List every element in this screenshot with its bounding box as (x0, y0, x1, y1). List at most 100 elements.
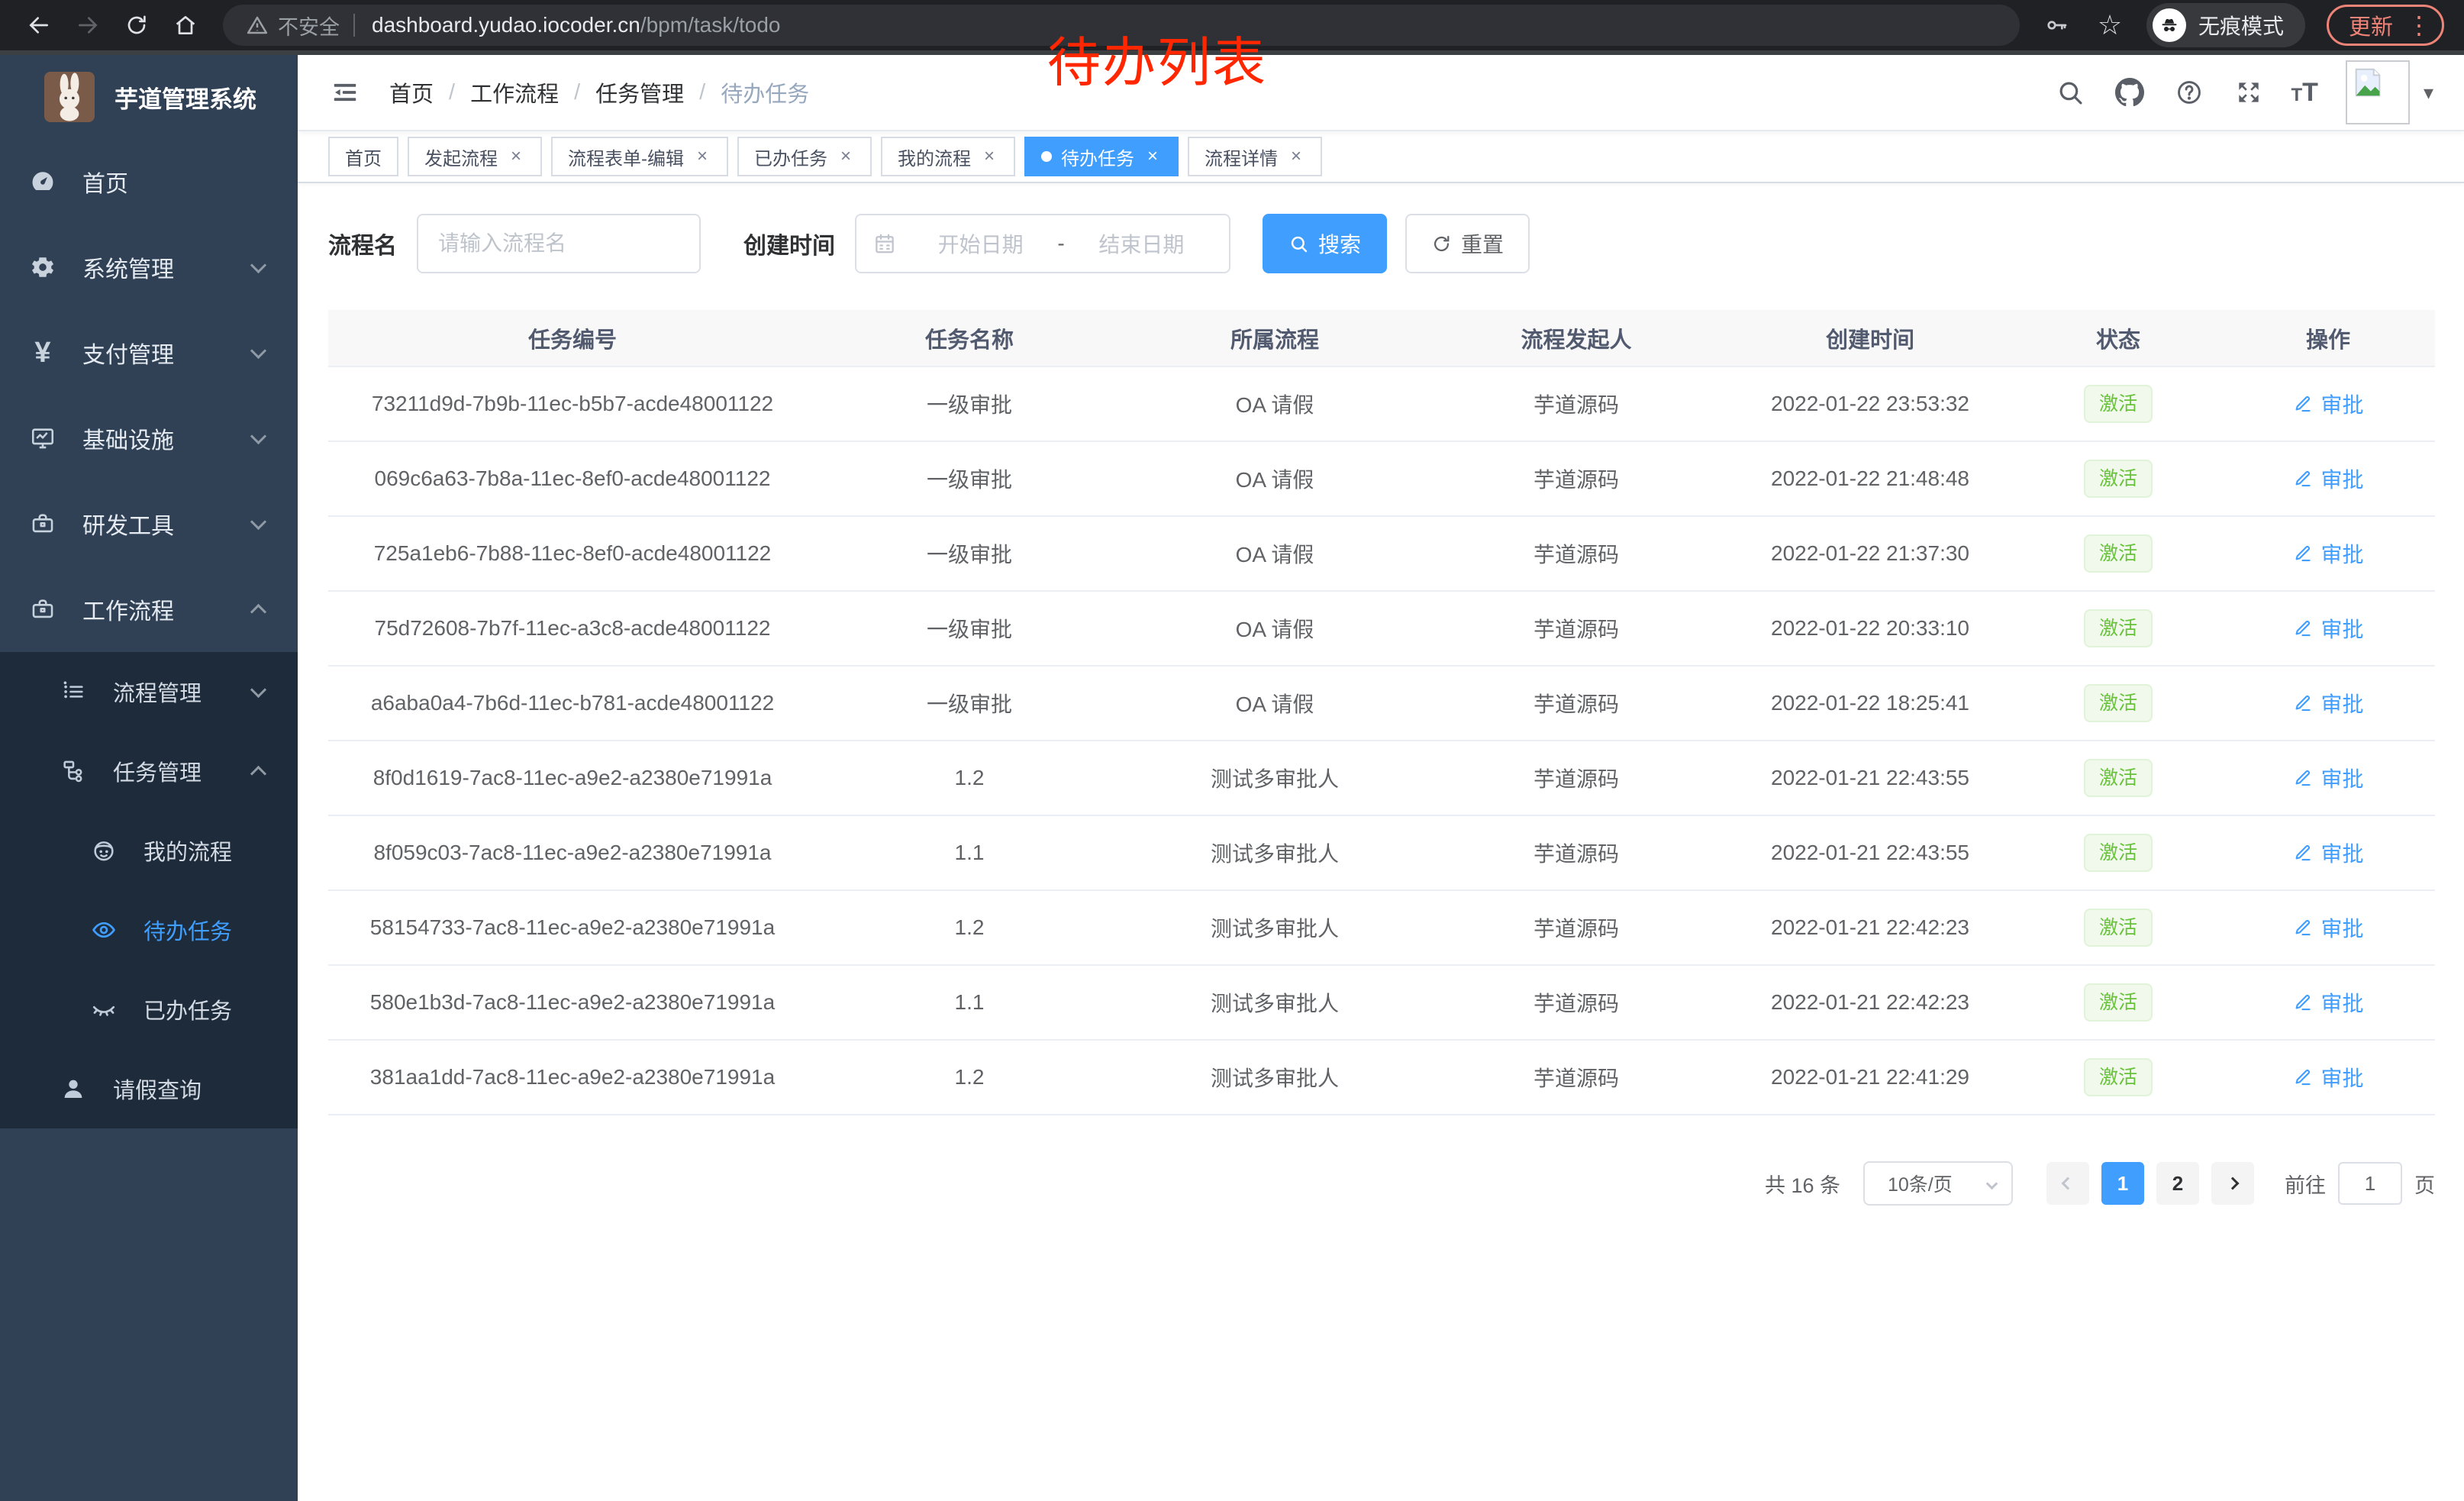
status-badge: 激活 (2084, 983, 2153, 1022)
sidebar-collapse-icon[interactable] (328, 76, 362, 109)
home-icon[interactable] (166, 6, 205, 44)
tab-my-process[interactable]: 我的流程 (881, 137, 1015, 176)
pencil-icon (2292, 842, 2313, 863)
refresh-icon[interactable] (118, 6, 156, 44)
approve-link[interactable]: 审批 (2292, 688, 2363, 718)
insecure-label: 不安全 (278, 11, 340, 40)
github-icon[interactable] (2112, 75, 2147, 110)
approve-link[interactable]: 审批 (2292, 389, 2363, 419)
breadcrumb-task-mgmt[interactable]: 任务管理 (595, 76, 684, 108)
close-tab-icon[interactable] (1143, 147, 1162, 166)
reset-button[interactable]: 重置 (1405, 214, 1530, 273)
sidebar-item-system-mgmt[interactable]: 系统管理 (0, 224, 298, 310)
page-button-2[interactable]: 2 (2156, 1162, 2199, 1205)
page-button-1[interactable]: 1 (2101, 1162, 2144, 1205)
bookmark-star-icon[interactable]: ☆ (2093, 8, 2127, 42)
font-size-icon[interactable]: TT (2291, 78, 2317, 108)
cell-task-id: 580e1b3d-7ac8-11ec-a9e2-a2380e71991a (328, 965, 817, 1040)
close-tab-icon[interactable] (693, 147, 711, 166)
pencil-icon (2292, 393, 2313, 414)
table-row: 75d72608-7b7f-11ec-a3c8-acde48001122 一级审… (328, 591, 2435, 666)
sidebar-item-payment-mgmt[interactable]: ¥ 支付管理 (0, 310, 298, 395)
help-icon[interactable] (2172, 75, 2207, 110)
status-badge: 激活 (2084, 460, 2153, 498)
breadcrumb-workflow[interactable]: 工作流程 (470, 76, 559, 108)
table-row: 580e1b3d-7ac8-11ec-a9e2-a2380e71991a 1.1… (328, 965, 2435, 1040)
approve-link[interactable]: 审批 (2292, 463, 2363, 494)
approve-link[interactable]: 审批 (2292, 538, 2363, 569)
password-key-icon[interactable] (2040, 8, 2073, 42)
page-size-select[interactable]: 10条/页 (1863, 1161, 2013, 1206)
sidebar-item-home[interactable]: 首页 (0, 139, 298, 224)
briefcase-icon (27, 596, 58, 622)
sidebar-item-todo-tasks[interactable]: 待办任务 (0, 890, 298, 970)
approve-link[interactable]: 审批 (2292, 838, 2363, 868)
cell-process: OA 请假 (1122, 516, 1427, 591)
status-badge: 激活 (2084, 684, 2153, 722)
cell-created: 2022-01-21 22:43:55 (1725, 741, 2015, 815)
approve-link[interactable]: 审批 (2292, 613, 2363, 644)
close-tab-icon[interactable] (1287, 147, 1305, 166)
close-tab-icon[interactable] (507, 147, 525, 166)
forward-icon[interactable] (69, 6, 107, 44)
back-icon[interactable] (20, 6, 58, 44)
goto-label: 前往 (2285, 1169, 2326, 1199)
cell-task-id: 725a1eb6-7b88-11ec-8ef0-acde48001122 (328, 516, 817, 591)
sidebar-item-infrastructure[interactable]: 基础设施 (0, 395, 298, 481)
sidebar-item-my-process[interactable]: 我的流程 (0, 811, 298, 890)
sidebar-item-process-mgmt[interactable]: 流程管理 (0, 652, 298, 731)
annotation-todo-list: 待办列表 (1047, 20, 1267, 97)
cell-created: 2022-01-22 21:48:48 (1725, 441, 2015, 516)
active-tab-dot (1041, 151, 1052, 162)
cell-initiator: 芋道源码 (1427, 666, 1725, 741)
sidebar-item-dev-tools[interactable]: 研发工具 (0, 481, 298, 567)
tab-todo-tasks[interactable]: 待办任务 (1024, 137, 1179, 176)
cell-task-name: 一级审批 (817, 666, 1122, 741)
tab-process-detail[interactable]: 流程详情 (1188, 137, 1322, 176)
approve-link[interactable]: 审批 (2292, 763, 2363, 793)
cell-task-id: 73211d9d-7b9b-11ec-b5b7-acde48001122 (328, 366, 817, 441)
app-logo-row[interactable]: 芋道管理系统 (0, 55, 298, 139)
page-content: 流程名 创建时间 开始日期 - 结束日期 搜索 (298, 183, 2464, 1206)
incognito-badge: 无痕模式 (2146, 3, 2305, 47)
cell-task-id: 069c6a63-7b8a-11ec-8ef0-acde48001122 (328, 441, 817, 516)
breadcrumb-separator: / (699, 80, 705, 105)
search-button[interactable]: 搜索 (1263, 214, 1387, 273)
url-divider (353, 14, 355, 37)
process-name-input[interactable] (417, 214, 701, 273)
next-page-button[interactable] (2211, 1162, 2254, 1205)
breadcrumb-home[interactable]: 首页 (389, 76, 434, 108)
pencil-icon (2292, 618, 2313, 638)
prev-page-button[interactable] (2046, 1162, 2089, 1205)
fullscreen-icon[interactable] (2231, 75, 2266, 110)
breadcrumb-separator: / (574, 80, 580, 105)
table-row: 725a1eb6-7b88-11ec-8ef0-acde48001122 一级审… (328, 516, 2435, 591)
sidebar-item-task-mgmt[interactable]: 任务管理 (0, 731, 298, 811)
total-count: 共 16 条 (1765, 1169, 1840, 1199)
approve-link[interactable]: 审批 (2292, 912, 2363, 943)
browser-update-button[interactable]: 更新 ⋮ (2327, 5, 2444, 46)
close-tab-icon[interactable] (980, 147, 998, 166)
tab-process-form-edit[interactable]: 流程表单-编辑 (551, 137, 728, 176)
tab-start-process[interactable]: 发起流程 (408, 137, 542, 176)
tab-home[interactable]: 首页 (328, 137, 398, 176)
chevron-left-icon (2062, 1177, 2075, 1190)
approve-link[interactable]: 审批 (2292, 1062, 2363, 1093)
approve-link[interactable]: 审批 (2292, 987, 2363, 1018)
cell-task-name: 一级审批 (817, 441, 1122, 516)
sidebar-item-workflow[interactable]: 工作流程 (0, 567, 298, 652)
main-area: 首页 / 工作流程 / 任务管理 / 待办任务 (298, 55, 2464, 1501)
goto-page-input[interactable] (2338, 1162, 2402, 1205)
url-path: /bpm/task/todo (640, 13, 781, 37)
caret-down-icon[interactable]: ▾ (2424, 81, 2433, 105)
incognito-icon (2153, 8, 2186, 42)
browser-menu-dots-icon[interactable]: ⋮ (2407, 13, 2431, 37)
table-header-row: 任务编号 任务名称 所属流程 流程发起人 创建时间 状态 操作 (328, 310, 2435, 366)
tab-done-tasks[interactable]: 已办任务 (737, 137, 872, 176)
sidebar-item-done-tasks[interactable]: 已办任务 (0, 970, 298, 1049)
avatar[interactable] (2346, 60, 2410, 124)
sidebar-item-leave-query[interactable]: 请假查询 (0, 1049, 298, 1128)
search-icon[interactable] (2053, 75, 2088, 110)
date-range-picker[interactable]: 开始日期 - 结束日期 (855, 214, 1230, 273)
close-tab-icon[interactable] (837, 147, 855, 166)
